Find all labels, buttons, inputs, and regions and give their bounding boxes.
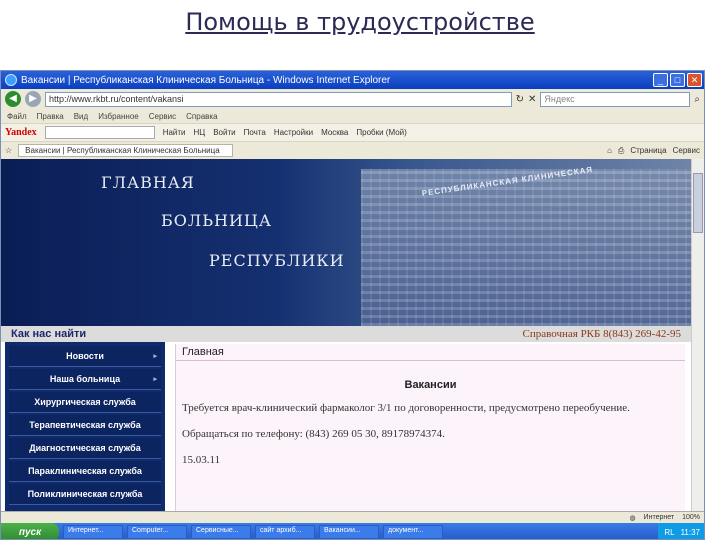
favorites-star-icon[interactable]: ☆ bbox=[5, 146, 12, 155]
menu-tools[interactable]: Сервис bbox=[149, 112, 176, 121]
clock: 11:37 bbox=[680, 527, 700, 537]
menu-favorites[interactable]: Избранное bbox=[98, 112, 139, 121]
address-input[interactable]: http://www.rkbt.ru/content/vakansi bbox=[45, 91, 512, 107]
vertical-scrollbar[interactable] bbox=[691, 159, 704, 511]
contact-text: Обращаться по телефону: (843) 269 05 30,… bbox=[182, 428, 445, 440]
main-content: Главная Вакансии Требуется врач-клиничес… bbox=[175, 344, 685, 511]
sidebar-item-diagnostics[interactable]: Диагностическая служба bbox=[9, 438, 161, 459]
taskbar: пуск Интернет... Computer... Сервисные..… bbox=[1, 523, 704, 539]
slide-title: Помощь в трудоустройстве bbox=[185, 8, 535, 36]
yandex-traffic-button[interactable]: Пробки (Мой) bbox=[356, 128, 406, 137]
forward-button[interactable]: ▶ bbox=[25, 91, 41, 107]
minimize-button[interactable]: _ bbox=[653, 73, 668, 87]
yandex-toolbar: Yandex Найти НЦ Войти Почта Настройки Мо… bbox=[1, 123, 704, 141]
yandex-settings-button[interactable]: Настройки bbox=[274, 128, 313, 137]
maximize-button[interactable]: □ bbox=[670, 73, 685, 87]
yandex-search-input[interactable] bbox=[44, 126, 155, 139]
tools-menu[interactable]: Сервис bbox=[673, 146, 700, 155]
yandex-enter-button[interactable]: Войти bbox=[213, 128, 235, 137]
yandex-nc-button[interactable]: НЦ bbox=[194, 128, 206, 137]
web-page: РЕСПУБЛИКАНСКАЯ КЛИНИЧЕСКАЯ ГЛАВНАЯ БОЛЬ… bbox=[1, 159, 691, 511]
reference-phone: Справочная РКБ 8(843) 269-42-95 bbox=[522, 328, 681, 340]
yandex-weather-button[interactable]: Москва bbox=[321, 128, 348, 137]
sidebar-item-label: Хирургическая служба bbox=[34, 397, 136, 407]
menu-file[interactable]: Файл bbox=[7, 112, 27, 121]
sidebar-item-label: Терапевтическая служба bbox=[29, 420, 141, 430]
search-input[interactable]: Яндекс bbox=[540, 91, 691, 107]
scrollbar-thumb[interactable] bbox=[693, 173, 703, 233]
address-bar-row: ◀ ▶ http://www.rkbt.ru/content/vakansi ↻… bbox=[1, 89, 704, 109]
sidebar-item-label: Наша больница bbox=[49, 374, 121, 384]
tab-vakansii[interactable]: Вакансии | Республиканская Клиническая Б… bbox=[18, 144, 234, 157]
page-title: Вакансии bbox=[404, 379, 457, 391]
how-to-find-link[interactable]: Как нас найти bbox=[11, 328, 86, 340]
page-menu[interactable]: Страница bbox=[630, 146, 666, 155]
ie-icon bbox=[5, 74, 17, 86]
sidebar-item-therapy[interactable]: Терапевтическая служба bbox=[9, 415, 161, 436]
chevron-right-icon: ▸ bbox=[153, 353, 157, 360]
menu-edit[interactable]: Правка bbox=[37, 112, 64, 121]
start-button[interactable]: пуск bbox=[1, 523, 59, 539]
home-icon[interactable]: ⌂ bbox=[607, 146, 612, 155]
taskbar-item[interactable]: Интернет... bbox=[63, 525, 123, 539]
window-title: Вакансии | Республиканская Клиническая Б… bbox=[21, 74, 391, 86]
chevron-right-icon: ▸ bbox=[153, 376, 157, 383]
window-titlebar: Вакансии | Республиканская Клиническая Б… bbox=[1, 71, 704, 89]
taskbar-item[interactable]: Вакансии... bbox=[319, 525, 379, 539]
sidebar-item-paraclinical[interactable]: Параклиническая служба bbox=[9, 461, 161, 482]
sidebar-item-news[interactable]: Новости ▸ bbox=[9, 346, 161, 367]
menu-bar: Файл Правка Вид Избранное Сервис Справка bbox=[1, 109, 704, 123]
sidebar-item-label: Параклиническая служба bbox=[28, 466, 142, 476]
banner-line-3: РЕСПУБЛИКИ bbox=[209, 251, 345, 270]
banner-line-2: БОЛЬНИЦА bbox=[161, 211, 272, 230]
system-tray: RL 11:37 bbox=[658, 523, 704, 539]
refresh-icon[interactable]: ↻ bbox=[516, 94, 524, 105]
stop-icon[interactable]: ✕ bbox=[528, 94, 536, 105]
print-icon[interactable]: ⎙ bbox=[618, 146, 624, 156]
sidebar-nav: Новости ▸ Наша больница ▸ Хирургическая сл… bbox=[5, 342, 165, 511]
close-button[interactable]: ✕ bbox=[687, 73, 702, 87]
sidebar-item-our-hospital[interactable]: Наша больница ▸ bbox=[9, 369, 161, 390]
breadcrumb[interactable]: Главная bbox=[176, 344, 685, 361]
globe-icon: ◍ bbox=[629, 514, 636, 522]
menu-help[interactable]: Справка bbox=[186, 112, 217, 121]
menu-view[interactable]: Вид bbox=[74, 112, 88, 121]
tab-bar: ☆ Вакансии | Республиканская Клиническая… bbox=[1, 141, 704, 159]
zoom-level[interactable]: 100% bbox=[682, 514, 700, 521]
site-navbar: Как нас найти Справочная РКБ 8(843) 269-… bbox=[1, 326, 691, 342]
browser-window: Вакансии | Республиканская Клиническая Б… bbox=[0, 70, 705, 540]
yandex-find-button[interactable]: Найти bbox=[163, 128, 186, 137]
taskbar-item[interactable]: документ... bbox=[383, 525, 443, 539]
site-banner: РЕСПУБЛИКАНСКАЯ КЛИНИЧЕСКАЯ ГЛАВНАЯ БОЛЬ… bbox=[1, 159, 691, 326]
taskbar-item[interactable]: Сервисные... bbox=[191, 525, 251, 539]
post-date: 15.03.11 bbox=[182, 454, 221, 466]
taskbar-item[interactable]: Computer... bbox=[127, 525, 187, 539]
taskbar-item[interactable]: сайт архиб... bbox=[255, 525, 315, 539]
vacancy-text: Требуется врач-клинический фармаколог 3/… bbox=[182, 402, 630, 414]
language-indicator[interactable]: RL bbox=[664, 528, 674, 537]
search-icon[interactable]: ⌕ bbox=[694, 94, 700, 105]
sidebar-item-label: Поликлиническая служба bbox=[27, 489, 143, 499]
sidebar-item-label: Диагностическая служба bbox=[29, 443, 141, 453]
status-bar: ◍ Интернет 100% bbox=[1, 511, 704, 523]
sidebar-item-surgery[interactable]: Хирургическая служба bbox=[9, 392, 161, 413]
banner-line-1: ГЛАВНАЯ bbox=[101, 173, 195, 192]
hospital-building-image bbox=[361, 169, 691, 326]
zone-label: Интернет bbox=[643, 514, 675, 521]
sidebar-item-polyclinic[interactable]: Поликлиническая служба bbox=[9, 484, 161, 505]
yandex-logo: Yandex bbox=[5, 127, 37, 138]
sidebar-item-label: Новости bbox=[66, 351, 104, 361]
back-button[interactable]: ◀ bbox=[5, 91, 21, 107]
yandex-mail-button[interactable]: Почта bbox=[244, 128, 266, 137]
